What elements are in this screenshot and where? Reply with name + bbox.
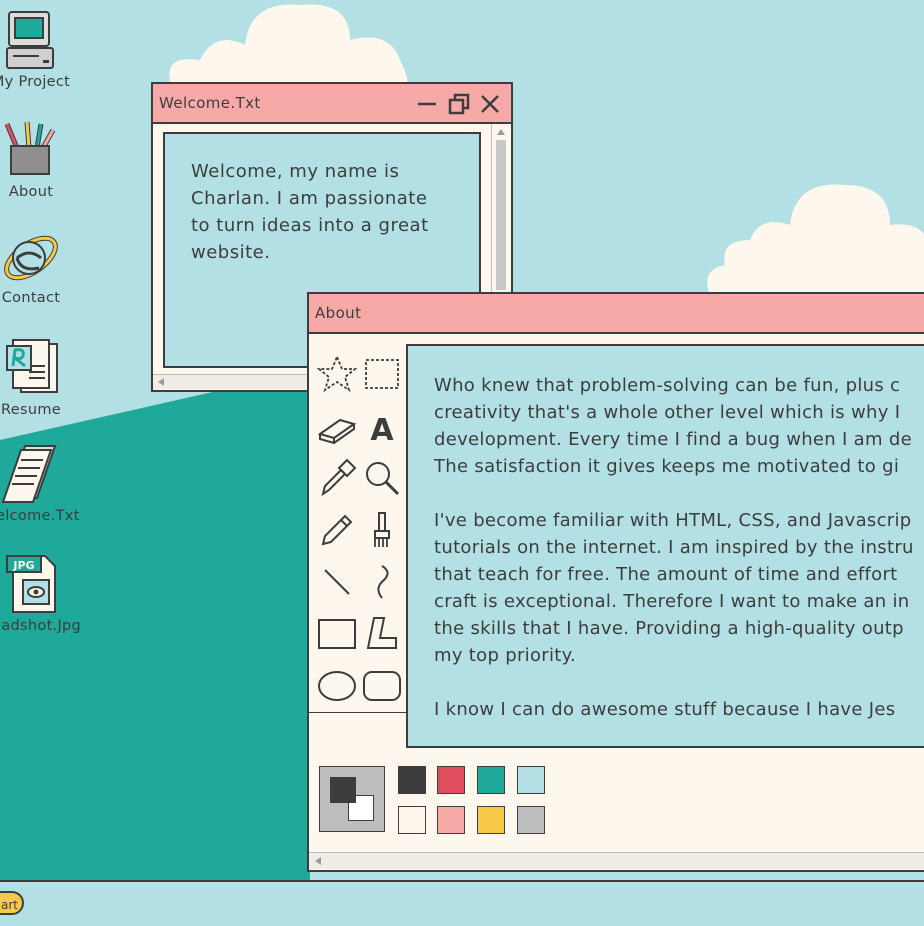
text-line: The satisfaction it gives keeps me motiv… [434, 456, 900, 477]
about-paragraph-2: I've become familiar with HTML, CSS, and… [434, 507, 924, 669]
close-icon[interactable] [478, 92, 502, 116]
minimize-icon[interactable] [415, 92, 439, 116]
pencil-cup-icon [4, 121, 56, 175]
about-text-area[interactable]: Who knew that problem-solving can be fun… [406, 344, 924, 748]
eraser-icon[interactable] [317, 406, 357, 446]
color-swatch[interactable] [437, 806, 465, 834]
text-line: Who knew that problem-solving can be fun… [434, 375, 901, 396]
text-line: tutorials on the internet. I am inspired… [434, 537, 914, 558]
color-swatch[interactable] [477, 806, 505, 834]
desktop-icon-welcome-txt[interactable]: Welcome.Txt [0, 442, 91, 524]
free-select-icon[interactable] [317, 354, 357, 394]
text-line: I've become familiar with HTML, CSS, and… [434, 510, 912, 531]
eyedropper-icon[interactable] [317, 458, 357, 498]
about-text: Who knew that problem-solving can be fun… [434, 372, 924, 746]
desktop-icon-about[interactable]: About [0, 118, 91, 200]
magnifier-icon[interactable] [362, 458, 402, 498]
restore-icon[interactable] [447, 92, 471, 116]
computer-icon [6, 11, 54, 69]
text-line: Charlan. I am passionate [191, 188, 428, 209]
rectangle-icon[interactable] [317, 614, 357, 654]
desktop-icon-label: About [8, 184, 54, 200]
text-line: website. [191, 242, 271, 263]
text-line: the skills that I have. Providing a high… [434, 618, 904, 639]
desktop-icon-headshot-jpg[interactable]: JPG Headshot.Jpg [0, 552, 91, 634]
about-window-title: About [315, 304, 362, 322]
welcome-text: Welcome, my name is Charlan. I am passio… [191, 158, 461, 266]
color-swatch[interactable] [398, 806, 426, 834]
scroll-left-icon[interactable] [157, 378, 165, 386]
about-window[interactable]: About A Who knew that problem-solving ca… [307, 292, 924, 872]
line-icon[interactable] [317, 562, 357, 602]
text-icon[interactable]: A [362, 406, 402, 446]
jpg-badge: JPG [12, 559, 34, 572]
color-swatch[interactable] [477, 766, 505, 794]
color-swatch[interactable] [517, 766, 545, 794]
text-line: I know I can do awesome stuff because I … [434, 699, 896, 720]
jpg-file-icon: JPG [6, 555, 56, 613]
scroll-up-icon[interactable] [497, 128, 505, 136]
scrollbar-thumb[interactable] [496, 140, 506, 290]
ellipse-icon[interactable] [317, 666, 357, 706]
desktop-icon-contact[interactable]: Contact [0, 224, 91, 306]
current-colors[interactable] [319, 766, 385, 832]
desktop-icon-resume[interactable]: Resume [0, 336, 91, 418]
scroll-left-icon[interactable] [314, 857, 322, 865]
notepad-icon [1, 445, 57, 503]
text-line: my top priority. [434, 645, 577, 666]
svg-text:A: A [370, 413, 394, 446]
desktop-icon-my-project[interactable]: My Project [0, 8, 91, 90]
text-line: creativity that's a whole other level wh… [434, 402, 901, 423]
desktop-icon-label: Contact [1, 290, 61, 306]
text-line: Welcome, my name is [191, 161, 400, 182]
desktop-icon-label: Headshot.Jpg [0, 618, 82, 634]
brush-icon[interactable] [362, 510, 402, 550]
text-line: to turn ideas into a great [191, 215, 429, 236]
text-line: that teach for free. The amount of time … [434, 564, 898, 585]
horizontal-scrollbar[interactable] [309, 852, 924, 869]
curve-icon[interactable] [362, 562, 402, 602]
taskbar: art [0, 880, 924, 926]
rounded-rect-icon[interactable] [362, 666, 402, 706]
foreground-color-swatch[interactable] [330, 777, 356, 803]
welcome-window-title: Welcome.Txt [159, 94, 261, 112]
internet-explorer-icon [4, 235, 58, 281]
start-button[interactable]: art [0, 891, 24, 915]
about-window-titlebar[interactable]: About [309, 294, 924, 334]
color-swatch[interactable] [437, 766, 465, 794]
text-line: development. Every time I find a bug whe… [434, 429, 912, 450]
start-button-label: art [1, 898, 18, 912]
about-paragraph-3: I know I can do awesome stuff because I … [434, 696, 924, 723]
pencil-icon[interactable] [317, 510, 357, 550]
welcome-window-titlebar[interactable]: Welcome.Txt [153, 84, 511, 124]
resume-document-icon [6, 339, 58, 393]
desktop-icon-label: Resume [1, 402, 61, 418]
color-swatch[interactable] [517, 806, 545, 834]
tool-panel: A [309, 346, 407, 713]
about-paragraph-1: Who knew that problem-solving can be fun… [434, 372, 924, 480]
rect-select-icon[interactable] [362, 354, 402, 394]
text-line: craft is exceptional. Therefore I want t… [434, 591, 910, 612]
color-swatch[interactable] [398, 766, 426, 794]
desktop-icon-label: Welcome.Txt [0, 508, 80, 524]
desktop-icon-label: My Project [0, 74, 71, 90]
polygon-icon[interactable] [362, 614, 402, 654]
